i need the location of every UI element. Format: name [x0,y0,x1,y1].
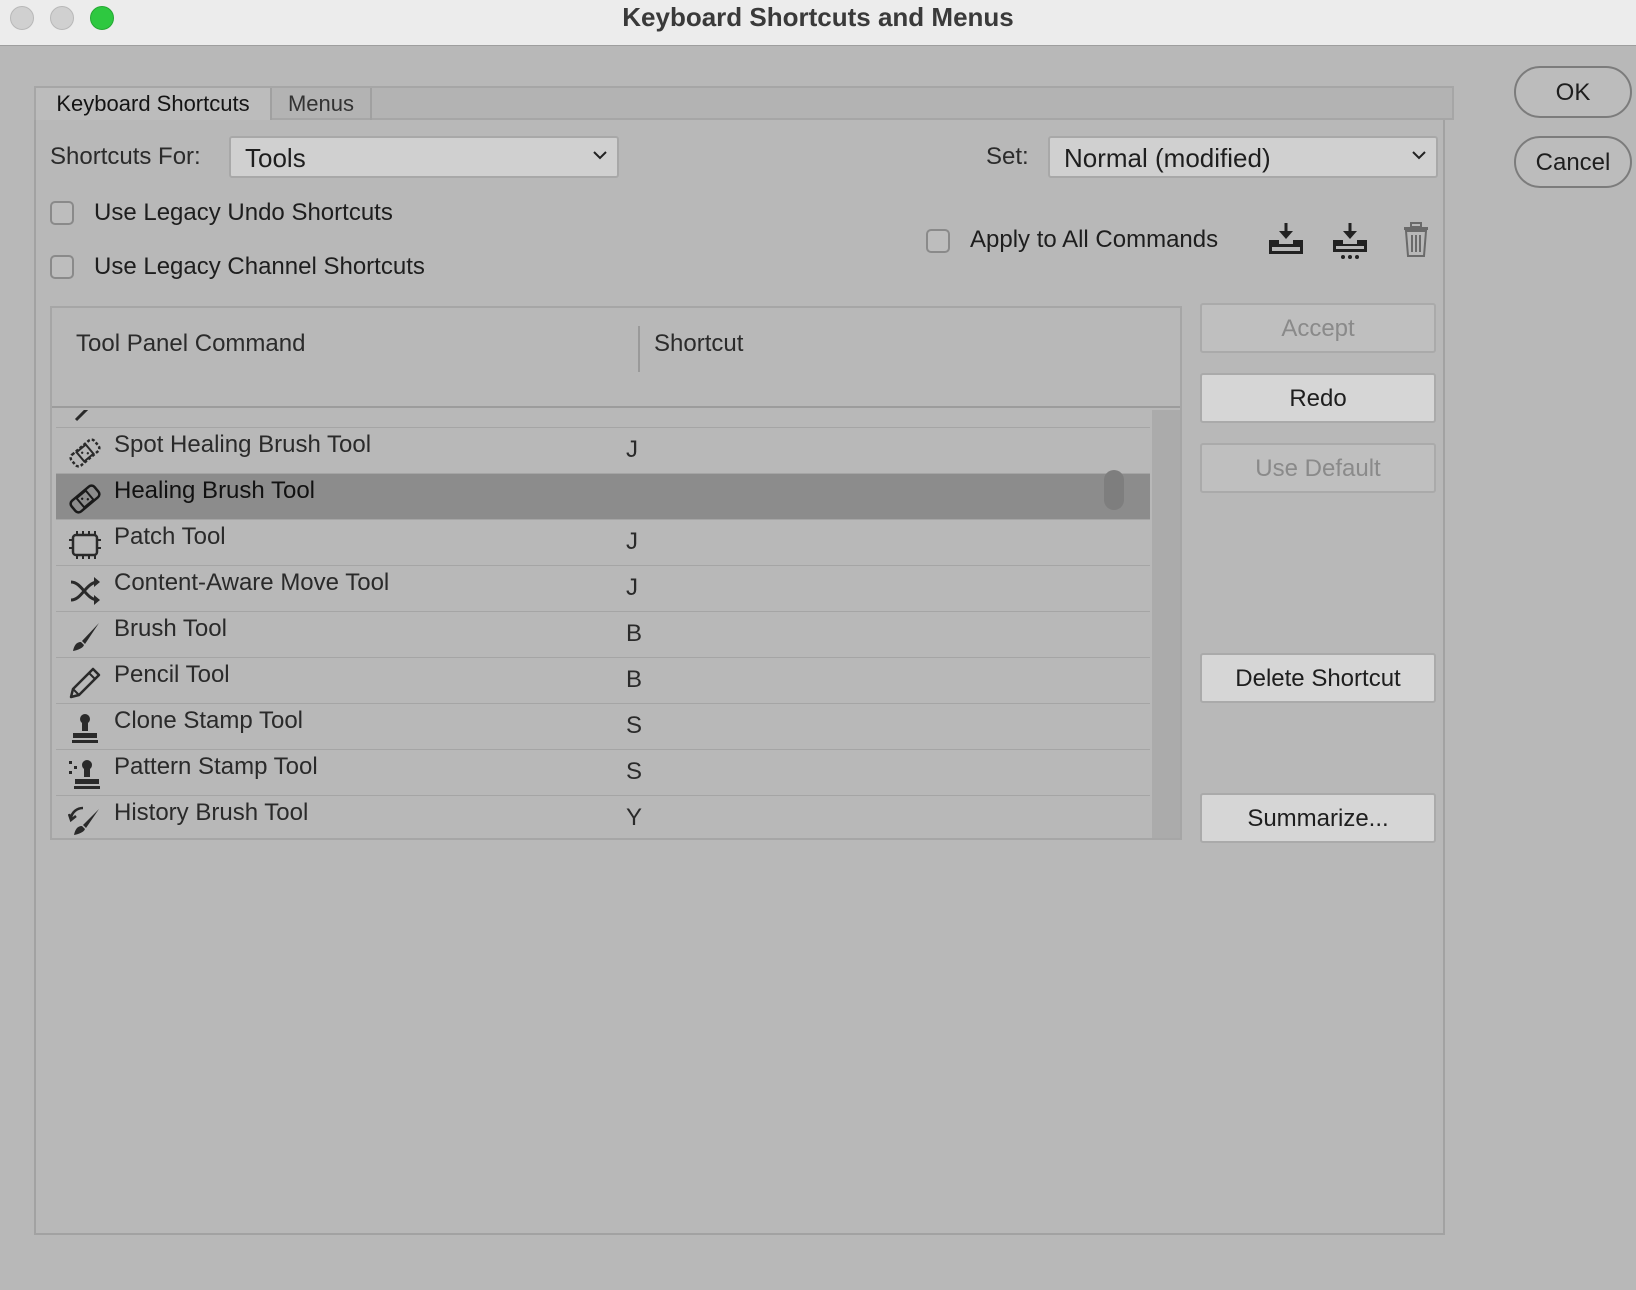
history-brush-icon [68,806,99,835]
shortcut-value[interactable]: J [626,436,638,464]
ok-button[interactable]: OK [1514,66,1632,118]
table-body: Spot Healing Brush Tool J Healing Brush … [52,410,1150,838]
command-name: Content-Aware Move Tool [114,569,390,596]
accept-button[interactable]: Accept [1200,303,1436,353]
set-select[interactable]: Normal (modified) [1048,136,1438,178]
command-name: Spot Healing Brush Tool [114,431,372,458]
patch-icon [69,531,101,559]
table-header: Tool Panel Command Shortcut [52,308,1180,408]
command-name: Clone Stamp Tool [114,707,303,734]
title-bar: Keyboard Shortcuts and Menus [0,0,1636,46]
table-row-selected[interactable]: Healing Brush Tool [56,474,1150,520]
command-name: Brush Tool [114,615,227,642]
command-name: Pencil Tool [114,661,230,688]
column-header-command[interactable]: Tool Panel Command [76,330,305,358]
pattern-stamp-icon [69,760,100,789]
delete-shortcut-button[interactable]: Delete Shortcut [1200,653,1436,703]
shortcut-value[interactable]: S [626,712,642,740]
content-aware-move-icon [70,577,100,605]
table-row[interactable]: Brush Tool B [56,612,1150,658]
save-set-as-icon[interactable] [1330,220,1370,260]
shortcuts-for-label: Shortcuts For: [50,143,201,170]
save-set-icon[interactable] [1266,220,1306,260]
column-header-shortcut[interactable]: Shortcut [654,330,743,358]
shortcut-value[interactable]: S [626,758,642,786]
bandage-icon [69,438,101,468]
shortcuts-table: Tool Panel Command Shortcut Spot Healing… [50,306,1182,840]
chevron-down-icon [1412,151,1426,160]
table-row[interactable]: Clone Stamp Tool S [56,704,1150,750]
chevron-down-icon [593,151,607,160]
cancel-button[interactable]: Cancel [1514,136,1632,188]
command-name: History Brush Tool [114,799,309,826]
table-row[interactable]: Spot Healing Brush Tool J [56,428,1150,474]
set-value: Normal (modified) [1064,143,1271,173]
summarize-button[interactable]: Summarize... [1200,793,1436,843]
apply-all-label: Apply to All Commands [970,226,1219,253]
tool-icon [74,410,89,422]
shortcut-value[interactable]: B [626,620,642,648]
shortcuts-for-value: Tools [245,143,306,173]
legacy-channel-checkbox[interactable] [50,255,74,279]
column-divider[interactable] [638,326,640,372]
legacy-undo-checkbox[interactable] [50,201,74,225]
table-row-partial[interactable] [56,410,1150,428]
trash-icon[interactable] [1396,220,1436,260]
table-row[interactable]: History Brush Tool Y [56,796,1150,838]
redo-button[interactable]: Redo [1200,373,1436,423]
command-name: Patch Tool [114,523,226,550]
table-scrollbar[interactable] [1152,410,1180,838]
table-row[interactable]: Patch Tool J [56,520,1150,566]
table-row[interactable]: Content-Aware Move Tool J [56,566,1150,612]
shortcuts-for-select[interactable]: Tools [229,136,619,178]
apply-all-checkbox[interactable] [926,229,950,253]
tab-keyboard-shortcuts[interactable]: Keyboard Shortcuts [36,88,272,120]
pencil-icon [69,667,101,699]
table-scrollbar-thumb[interactable] [1104,470,1124,510]
legacy-channel-label: Use Legacy Channel Shortcuts [94,253,425,280]
tab-strip: Keyboard Shortcuts Menus [34,86,1454,120]
bandage-icon [69,484,101,514]
shortcut-value[interactable]: J [626,528,638,556]
brush-icon [73,623,99,651]
table-row[interactable]: Pattern Stamp Tool S [56,750,1150,796]
table-row[interactable]: Pencil Tool B [56,658,1150,704]
use-default-button[interactable]: Use Default [1200,443,1436,493]
legacy-undo-label: Use Legacy Undo Shortcuts [94,199,393,226]
shortcut-value[interactable]: J [626,574,638,602]
tab-menus[interactable]: Menus [272,88,372,120]
set-label: Set: [986,143,1029,170]
clone-stamp-icon [72,714,98,743]
shortcut-value[interactable]: B [626,666,642,694]
command-name: Pattern Stamp Tool [114,753,318,780]
shortcut-value[interactable]: Y [626,804,642,832]
command-name: Healing Brush Tool [114,477,316,504]
window-title: Keyboard Shortcuts and Menus [622,2,1014,32]
